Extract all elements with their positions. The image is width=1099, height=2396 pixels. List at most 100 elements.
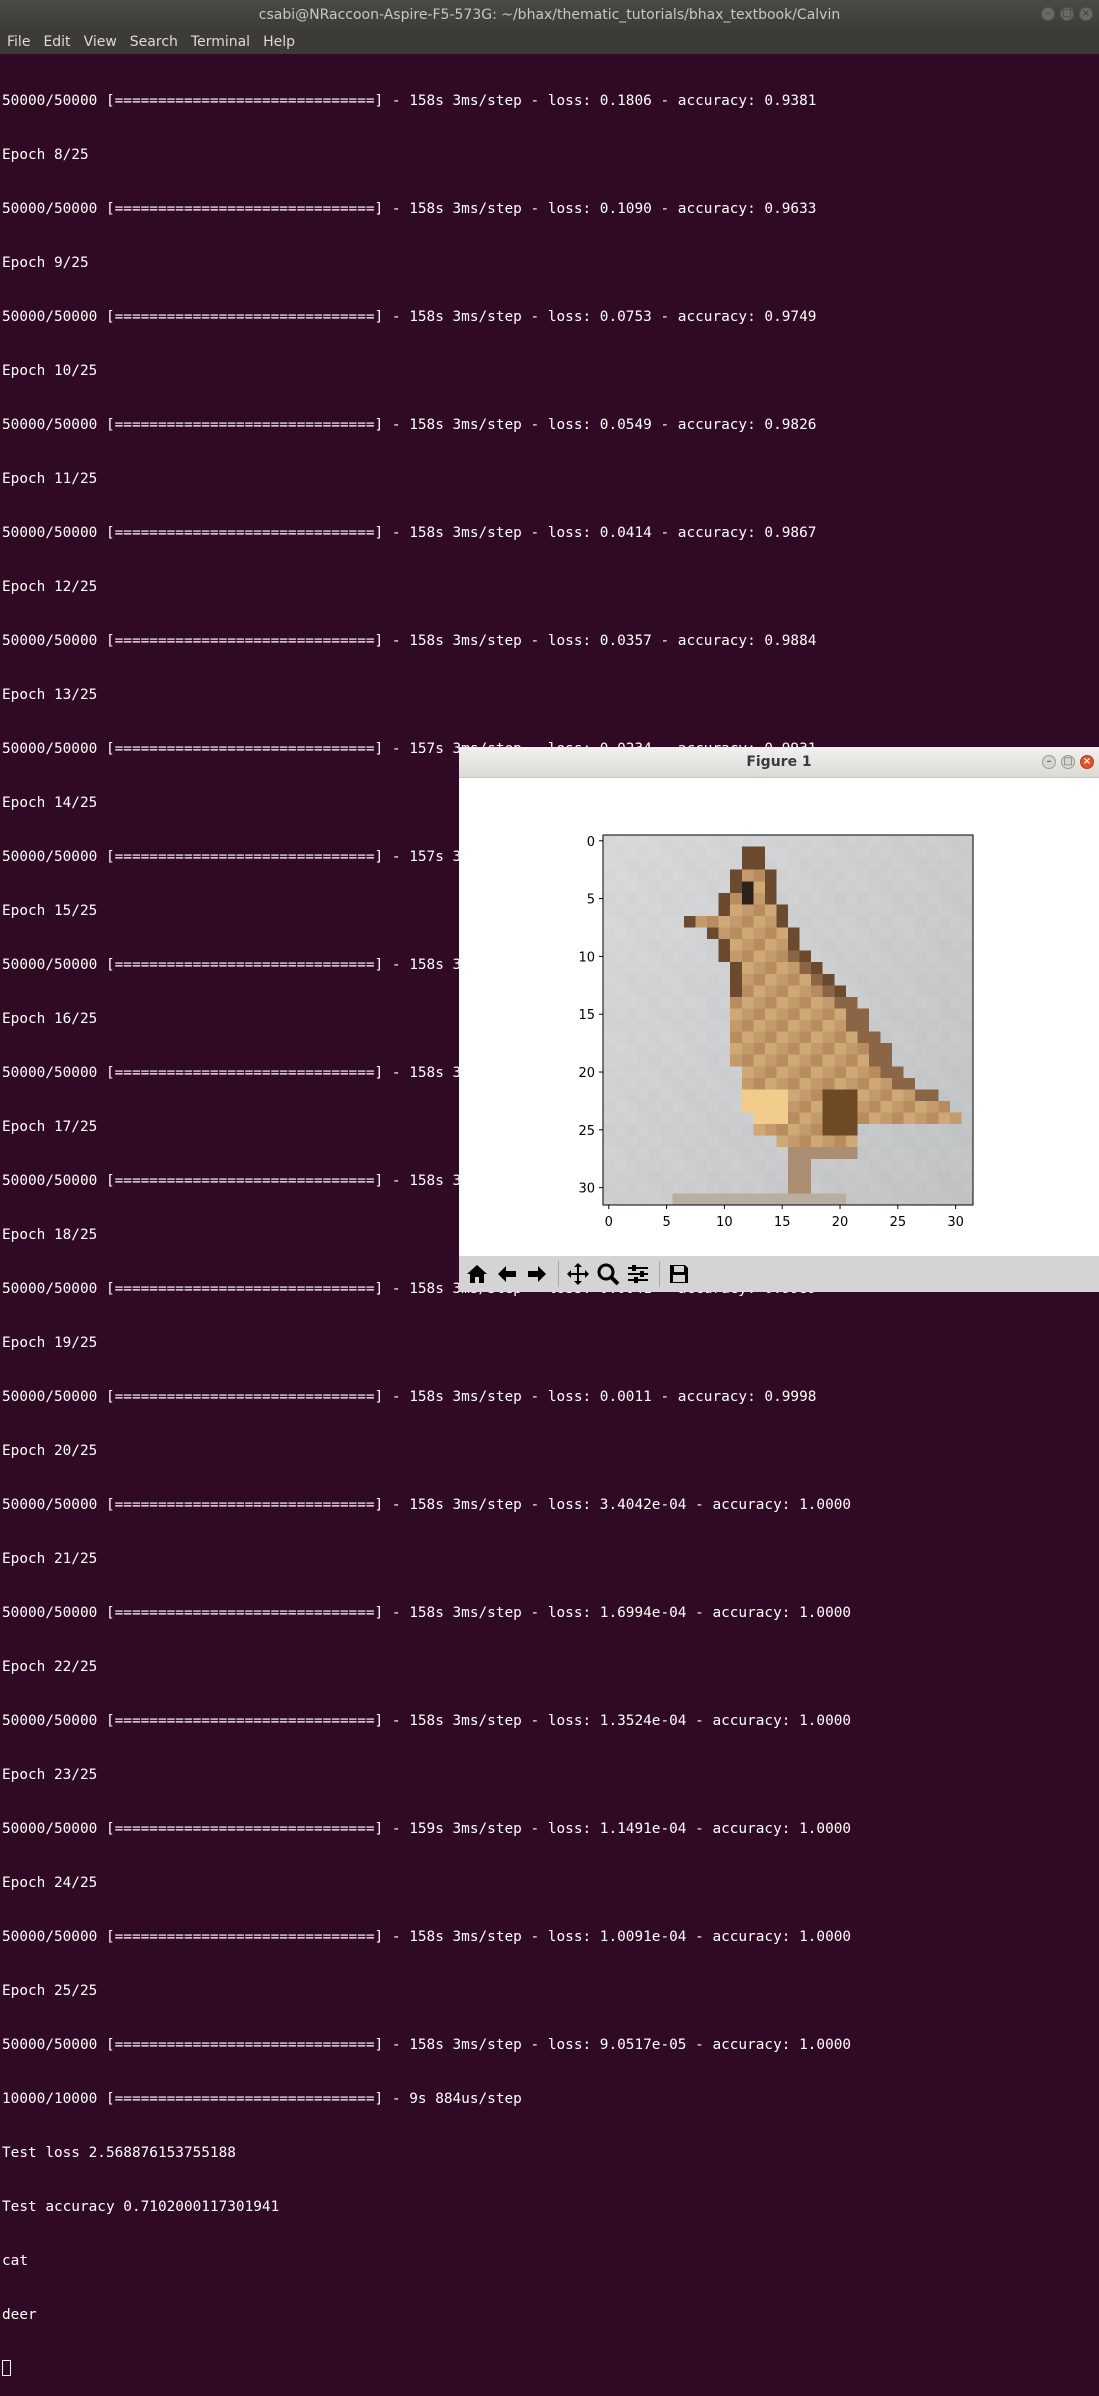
- menu-help[interactable]: Help: [263, 30, 295, 54]
- image-pixel: [753, 1066, 766, 1079]
- bird-image: [603, 835, 974, 1206]
- image-pixel: [776, 881, 789, 894]
- image-pixel: [788, 1054, 801, 1067]
- image-pixel: [753, 1089, 766, 1102]
- menu-file[interactable]: File: [7, 30, 30, 54]
- menu-terminal[interactable]: Terminal: [191, 30, 250, 54]
- minimize-icon[interactable]: –: [1041, 7, 1055, 21]
- image-pixel: [741, 962, 754, 975]
- image-pixel: [660, 939, 673, 952]
- menu-search[interactable]: Search: [130, 30, 178, 54]
- maximize-icon[interactable]: □: [1061, 755, 1075, 769]
- image-pixel: [822, 1020, 835, 1033]
- image-pixel: [822, 869, 835, 882]
- image-pixel: [903, 1089, 916, 1102]
- image-pixel: [660, 1008, 673, 1021]
- forward-arrow-icon[interactable]: [523, 1260, 551, 1288]
- image-pixel: [834, 892, 847, 905]
- minimize-icon[interactable]: –: [1042, 755, 1056, 769]
- image-pixel: [926, 1135, 939, 1148]
- image-pixel: [822, 927, 835, 940]
- image-pixel: [741, 881, 754, 894]
- image-pixel: [799, 1054, 812, 1067]
- image-pixel: [764, 1170, 778, 1183]
- image-pixel: [811, 1158, 824, 1171]
- plot-svg: 0 5 10 15 20 25 30 0 5 10 15 20 25 30: [578, 834, 974, 1230]
- image-pixel: [753, 927, 766, 940]
- image-pixel: [603, 927, 616, 940]
- image-pixel: [730, 1054, 743, 1067]
- close-icon[interactable]: ×: [1079, 7, 1093, 21]
- menu-edit[interactable]: Edit: [43, 30, 70, 54]
- maximize-icon[interactable]: □: [1060, 7, 1074, 21]
- figure-titlebar[interactable]: Figure 1 – □ ×: [459, 747, 1099, 778]
- image-pixel: [753, 846, 766, 859]
- image-pixel: [707, 1193, 720, 1206]
- image-pixel: [949, 996, 963, 1010]
- image-pixel: [822, 915, 835, 929]
- image-pixel: [868, 915, 882, 929]
- image-pixel: [788, 1124, 801, 1137]
- image-pixel: [834, 915, 847, 929]
- subplots-icon[interactable]: [624, 1260, 652, 1288]
- y-tick-label: 5: [587, 893, 595, 908]
- image-pixel: [892, 881, 905, 894]
- save-icon[interactable]: [665, 1260, 693, 1288]
- image-pixel: [834, 846, 847, 859]
- image-pixel: [753, 1193, 766, 1206]
- zoom-icon[interactable]: [594, 1260, 622, 1288]
- image-pixel: [741, 1112, 754, 1125]
- pan-icon[interactable]: [564, 1260, 592, 1288]
- image-pixel: [949, 950, 963, 963]
- image-pixel: [799, 1043, 812, 1056]
- close-icon[interactable]: ×: [1080, 755, 1094, 769]
- image-pixel: [603, 1043, 616, 1056]
- terminal-line: 50000/50000 [===========================…: [2, 309, 817, 325]
- image-pixel: [776, 1170, 789, 1183]
- image-pixel: [926, 915, 939, 929]
- image-pixel: [799, 1193, 812, 1206]
- image-pixel: [683, 1066, 697, 1079]
- terminal-line: 50000/50000 [===========================…: [2, 93, 817, 109]
- image-pixel: [614, 927, 627, 940]
- image-pixel: [741, 1193, 754, 1206]
- image-pixel: [926, 1043, 939, 1056]
- image-pixel: [938, 1008, 951, 1021]
- image-pixel: [822, 973, 835, 986]
- back-arrow-icon[interactable]: [493, 1260, 521, 1288]
- image-pixel: [938, 1147, 951, 1160]
- image-pixel: [915, 858, 928, 871]
- home-icon[interactable]: [463, 1260, 491, 1288]
- figure-window[interactable]: Figure 1 – □ × 0 5 10 15 20 25 30 0 5 10 15 20 25 30: [459, 747, 1099, 1292]
- image-pixel: [880, 927, 893, 940]
- image-pixel: [834, 869, 847, 882]
- image-pixel: [764, 962, 778, 975]
- image-pixel: [614, 1112, 627, 1125]
- image-pixel: [845, 1100, 858, 1114]
- image-pixel: [649, 869, 662, 882]
- image-pixel: [938, 1031, 951, 1044]
- image-pixel: [753, 939, 766, 952]
- image-pixel: [764, 996, 778, 1010]
- image-pixel: [811, 915, 824, 929]
- image-pixel: [903, 1043, 916, 1056]
- image-pixel: [660, 996, 673, 1010]
- image-pixel: [764, 1124, 778, 1137]
- image-pixel: [857, 1043, 870, 1056]
- image-pixel: [903, 1066, 916, 1079]
- image-pixel: [695, 904, 708, 917]
- image-pixel: [788, 1077, 801, 1090]
- image-pixel: [649, 1043, 662, 1056]
- image-pixel: [903, 1158, 916, 1171]
- menu-view[interactable]: View: [84, 30, 117, 54]
- image-pixel: [915, 962, 928, 975]
- image-pixel: [880, 1124, 893, 1137]
- image-pixel: [753, 1043, 766, 1056]
- image-pixel: [637, 1020, 650, 1033]
- plot-area[interactable]: 0 5 10 15 20 25 30 0 5 10 15 20 25 30: [459, 778, 1099, 1256]
- image-pixel: [868, 1066, 882, 1079]
- image-pixel: [857, 881, 870, 894]
- terminal-titlebar[interactable]: csabi@NRaccoon-Aspire-F5-573G: ~/bhax/th…: [0, 0, 1099, 30]
- image-pixel: [614, 892, 627, 905]
- image-pixel: [695, 1147, 708, 1160]
